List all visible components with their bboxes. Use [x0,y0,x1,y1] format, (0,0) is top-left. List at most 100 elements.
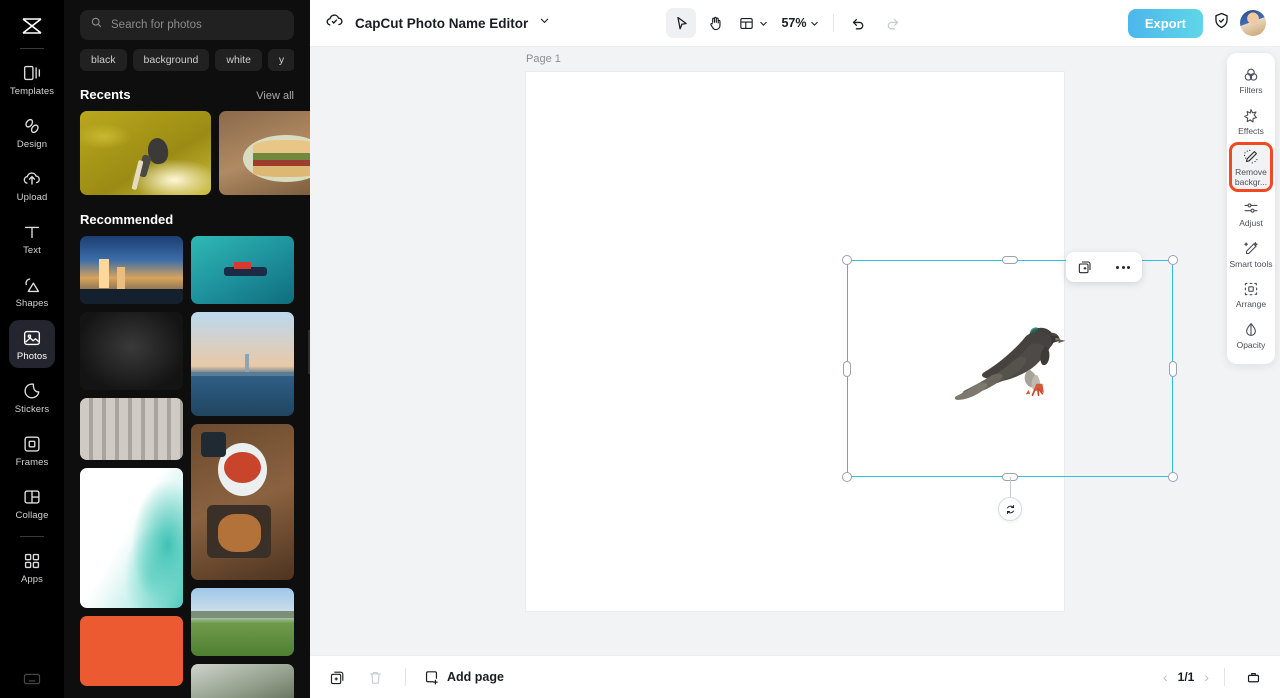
sidebar-item-stickers[interactable]: Stickers [9,373,55,421]
undo-button[interactable] [843,8,873,38]
resize-handle-top[interactable] [1002,256,1018,264]
canvas-workspace[interactable]: Page 1 [310,47,1280,655]
tool-label: Opacity [1236,339,1266,350]
export-button[interactable]: Export [1127,8,1203,38]
upload-icon [21,168,43,190]
selected-image-frame[interactable] [842,255,1178,521]
canvas-tools: 57% [666,8,907,38]
sidebar-item-shapes[interactable]: Shapes [9,267,55,315]
grid-column-right [191,236,294,698]
zoom-level-selector[interactable]: 57% [777,8,824,38]
grid-thumbnail[interactable] [191,588,294,656]
resize-handle-top-left[interactable] [842,255,852,265]
resize-handle-top-right[interactable] [1168,255,1178,265]
sidebar-item-collage[interactable]: Collage [9,479,55,527]
photos-panel: Search for photos black background white… [64,0,310,698]
shapes-icon [21,274,43,296]
view-all-link[interactable]: View all [256,90,294,102]
redo-button[interactable] [877,8,907,38]
grid-column-left [80,236,183,698]
delete-page-icon[interactable] [362,664,388,690]
sidebar-item-label: Upload [16,191,48,203]
tool-effects[interactable]: Effects [1229,102,1273,141]
grid-thumbnail[interactable] [191,664,294,698]
sidebar-item-templates[interactable]: Templates [9,55,55,103]
search-input[interactable]: Search for photos [80,10,294,40]
layout-tool[interactable] [734,8,773,38]
tool-filters[interactable]: Filters [1229,61,1273,100]
sidebar-item-text[interactable]: Text [9,214,55,262]
add-page-button[interactable]: Add page [423,669,504,686]
document-title[interactable]: CapCut Photo Name Editor [355,16,528,31]
sidebar-item-label: Apps [20,573,44,585]
grid-thumbnail[interactable] [191,312,294,416]
resize-handle-bottom-right[interactable] [1168,472,1178,482]
templates-icon [21,62,43,84]
tool-remove-background[interactable]: Remove backgr... [1229,142,1273,192]
recent-thumbnail[interactable]: › [219,111,310,195]
avatar[interactable] [1239,10,1266,36]
sidebar-item-design[interactable]: Design [9,108,55,156]
title-dropdown-icon[interactable] [538,14,551,32]
grid-thumbnail[interactable] [80,236,183,304]
pigeon-cutout-image[interactable] [954,288,1085,444]
capcut-logo[interactable] [10,8,54,44]
tool-label: Smart tools [1229,258,1273,269]
page-navigation: ‹ 1/1 › [1163,664,1266,690]
apps-icon [21,550,43,572]
search-icon [90,16,103,34]
capcut-editor-window: Templates Design Upload Text Shapes Phot… [0,0,1280,698]
tag-chip[interactable]: black [80,49,127,71]
sidebar-item-upload[interactable]: Upload [9,161,55,209]
keyboard-shortcuts-icon[interactable] [22,671,42,692]
rail-divider-top [20,48,44,49]
grid-thumbnail[interactable] [191,424,294,580]
tool-arrange[interactable]: Arrange [1229,275,1273,314]
tool-label: Arrange [1235,299,1267,309]
grid-thumbnail[interactable] [80,616,183,686]
tool-smart-tools[interactable]: Smart tools [1229,235,1273,274]
resize-handle-right[interactable] [1169,360,1177,377]
sidebar-item-label: Shapes [15,297,49,309]
cursor-select-tool[interactable] [666,8,697,38]
resize-handle-bottom-left[interactable] [842,472,852,482]
shield-check-icon[interactable] [1212,11,1231,35]
recent-thumbnail[interactable] [80,111,211,195]
tool-label: Remove backgr... [1234,167,1268,187]
tag-chip[interactable]: y [267,49,294,71]
top-toolbar: CapCut Photo Name Editor 57% Export [310,0,1280,47]
page-label: Page 1 [526,53,561,65]
collapse-panel-handle[interactable]: ‹ [308,330,310,374]
sidebar-item-frames[interactable]: Frames [9,426,55,474]
canvas-page[interactable] [526,72,1178,611]
grid-thumbnail[interactable] [80,312,183,390]
sidebar-item-photos[interactable]: Photos [9,320,55,368]
recents-carousel: › [80,111,310,195]
search-tag-row: black background white y [80,49,294,71]
more-dots [1116,265,1130,269]
notes-icon[interactable] [1240,664,1266,690]
hand-pan-tool[interactable] [700,8,730,38]
grid-thumbnail[interactable] [80,468,183,608]
tool-opacity[interactable]: Opacity [1229,316,1273,355]
grid-thumbnail[interactable] [80,398,183,460]
frames-icon [21,433,43,455]
top-toolbar-right: Export [1127,8,1266,38]
recommended-title: Recommended [80,212,174,227]
resize-handle-left[interactable] [843,360,851,377]
sidebar-item-apps[interactable]: Apps [9,543,55,591]
bottom-divider-right [1224,668,1225,686]
add-page-label: Add page [447,670,504,684]
next-page-button[interactable]: › [1204,669,1209,685]
tag-chip[interactable]: background [132,49,210,71]
tag-chip[interactable]: white [215,49,262,71]
prev-page-button[interactable]: ‹ [1163,669,1168,685]
editor-area: CapCut Photo Name Editor 57% Export Page… [310,0,1280,698]
duplicate-icon[interactable] [1073,255,1097,279]
grid-thumbnail[interactable] [191,236,294,304]
rotate-handle-icon[interactable] [998,497,1022,521]
duplicate-page-icon[interactable] [324,664,350,690]
tool-adjust[interactable]: Adjust [1229,194,1273,233]
bottom-divider [405,668,406,686]
more-options-icon[interactable] [1111,255,1135,279]
